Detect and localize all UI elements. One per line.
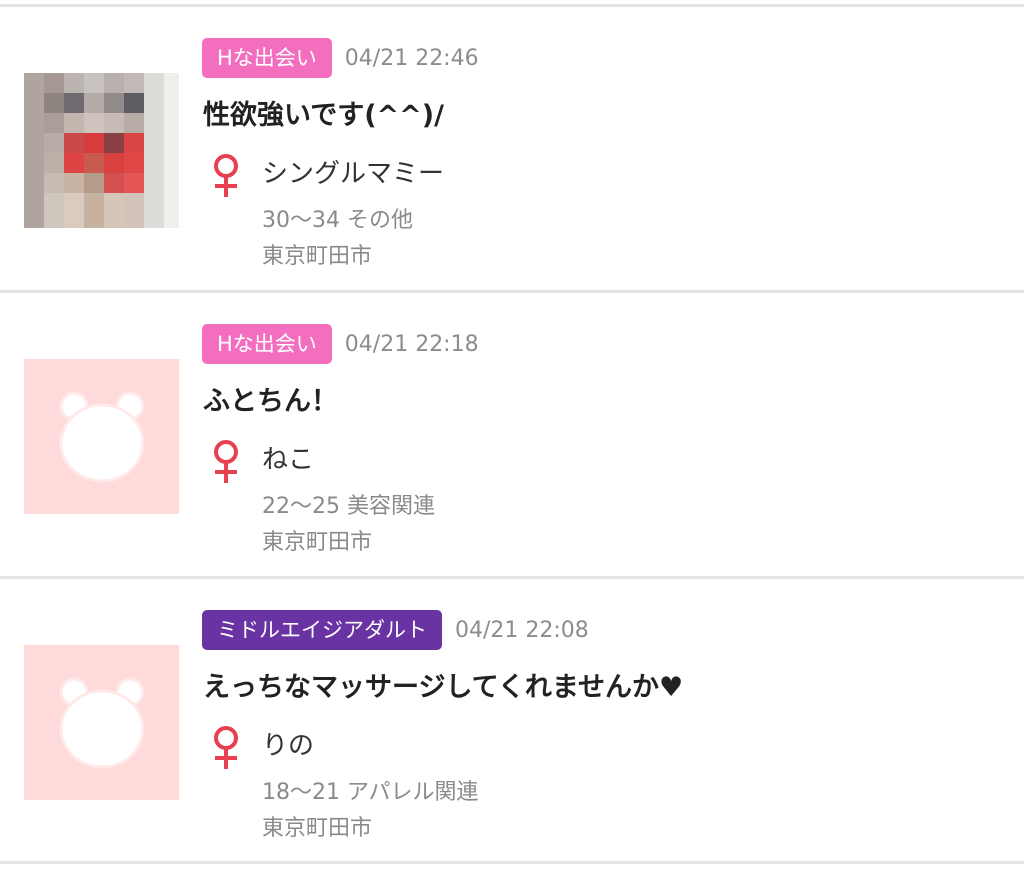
female-icon — [214, 440, 238, 483]
female-icon — [214, 726, 238, 769]
user-name: りの — [262, 731, 315, 761]
user-area: 東京町田市 — [262, 244, 373, 269]
post-item[interactable]: Hな出会い 04/21 22:46 性欲強いです(^^)/ シングルマミー 30… — [0, 7, 1024, 290]
female-icon — [214, 154, 238, 197]
user-name: シングルマミー — [262, 159, 445, 189]
category-tag[interactable]: ミドルエイジアダルト — [202, 610, 442, 650]
post-title[interactable]: ふとちん！ — [203, 379, 338, 418]
user-age-job: 22～25 美容関連 — [262, 494, 435, 519]
post-header: ミドルエイジアダルト 04/21 22:08 — [202, 610, 589, 650]
category-tag[interactable]: Hな出会い — [202, 38, 332, 78]
post-date: 04/21 22:18 — [344, 331, 479, 357]
post-title[interactable]: 性欲強いです(^^)/ — [203, 93, 444, 132]
post-date: 04/21 22:08 — [455, 617, 589, 643]
pixelated-photo-icon — [24, 73, 179, 228]
user-thumbnail[interactable] — [24, 359, 179, 514]
noimage-bear-icon — [24, 359, 179, 514]
post-item[interactable]: ミドルエイジアダルト 04/21 22:08 えっちなマッサージしてくれませんか… — [0, 579, 1024, 862]
post-date: 04/21 22:46 — [344, 45, 479, 71]
noimage-bear-icon — [24, 645, 179, 800]
user-age-job: 18～21 アパレル関連 — [262, 780, 479, 805]
divider — [0, 861, 1024, 864]
user-name: ねこ — [262, 445, 315, 475]
post-title[interactable]: えっちなマッサージしてくれませんか♥ — [203, 665, 683, 704]
post-header: Hな出会い 04/21 22:18 — [202, 324, 479, 364]
user-thumbnail[interactable] — [24, 645, 179, 800]
user-area: 東京町田市 — [262, 530, 373, 555]
user-area: 東京町田市 — [262, 816, 373, 841]
category-tag[interactable]: Hな出会い — [202, 324, 332, 364]
post-item[interactable]: Hな出会い 04/21 22:18 ふとちん！ ねこ 22～25 美容関連 東京… — [0, 293, 1024, 576]
user-thumbnail[interactable] — [24, 73, 179, 228]
post-header: Hな出会い 04/21 22:46 — [202, 38, 479, 78]
post-list: Hな出会い 04/21 22:46 性欲強いです(^^)/ シングルマミー 30… — [0, 0, 1024, 883]
user-age-job: 30～34 その他 — [262, 208, 413, 233]
